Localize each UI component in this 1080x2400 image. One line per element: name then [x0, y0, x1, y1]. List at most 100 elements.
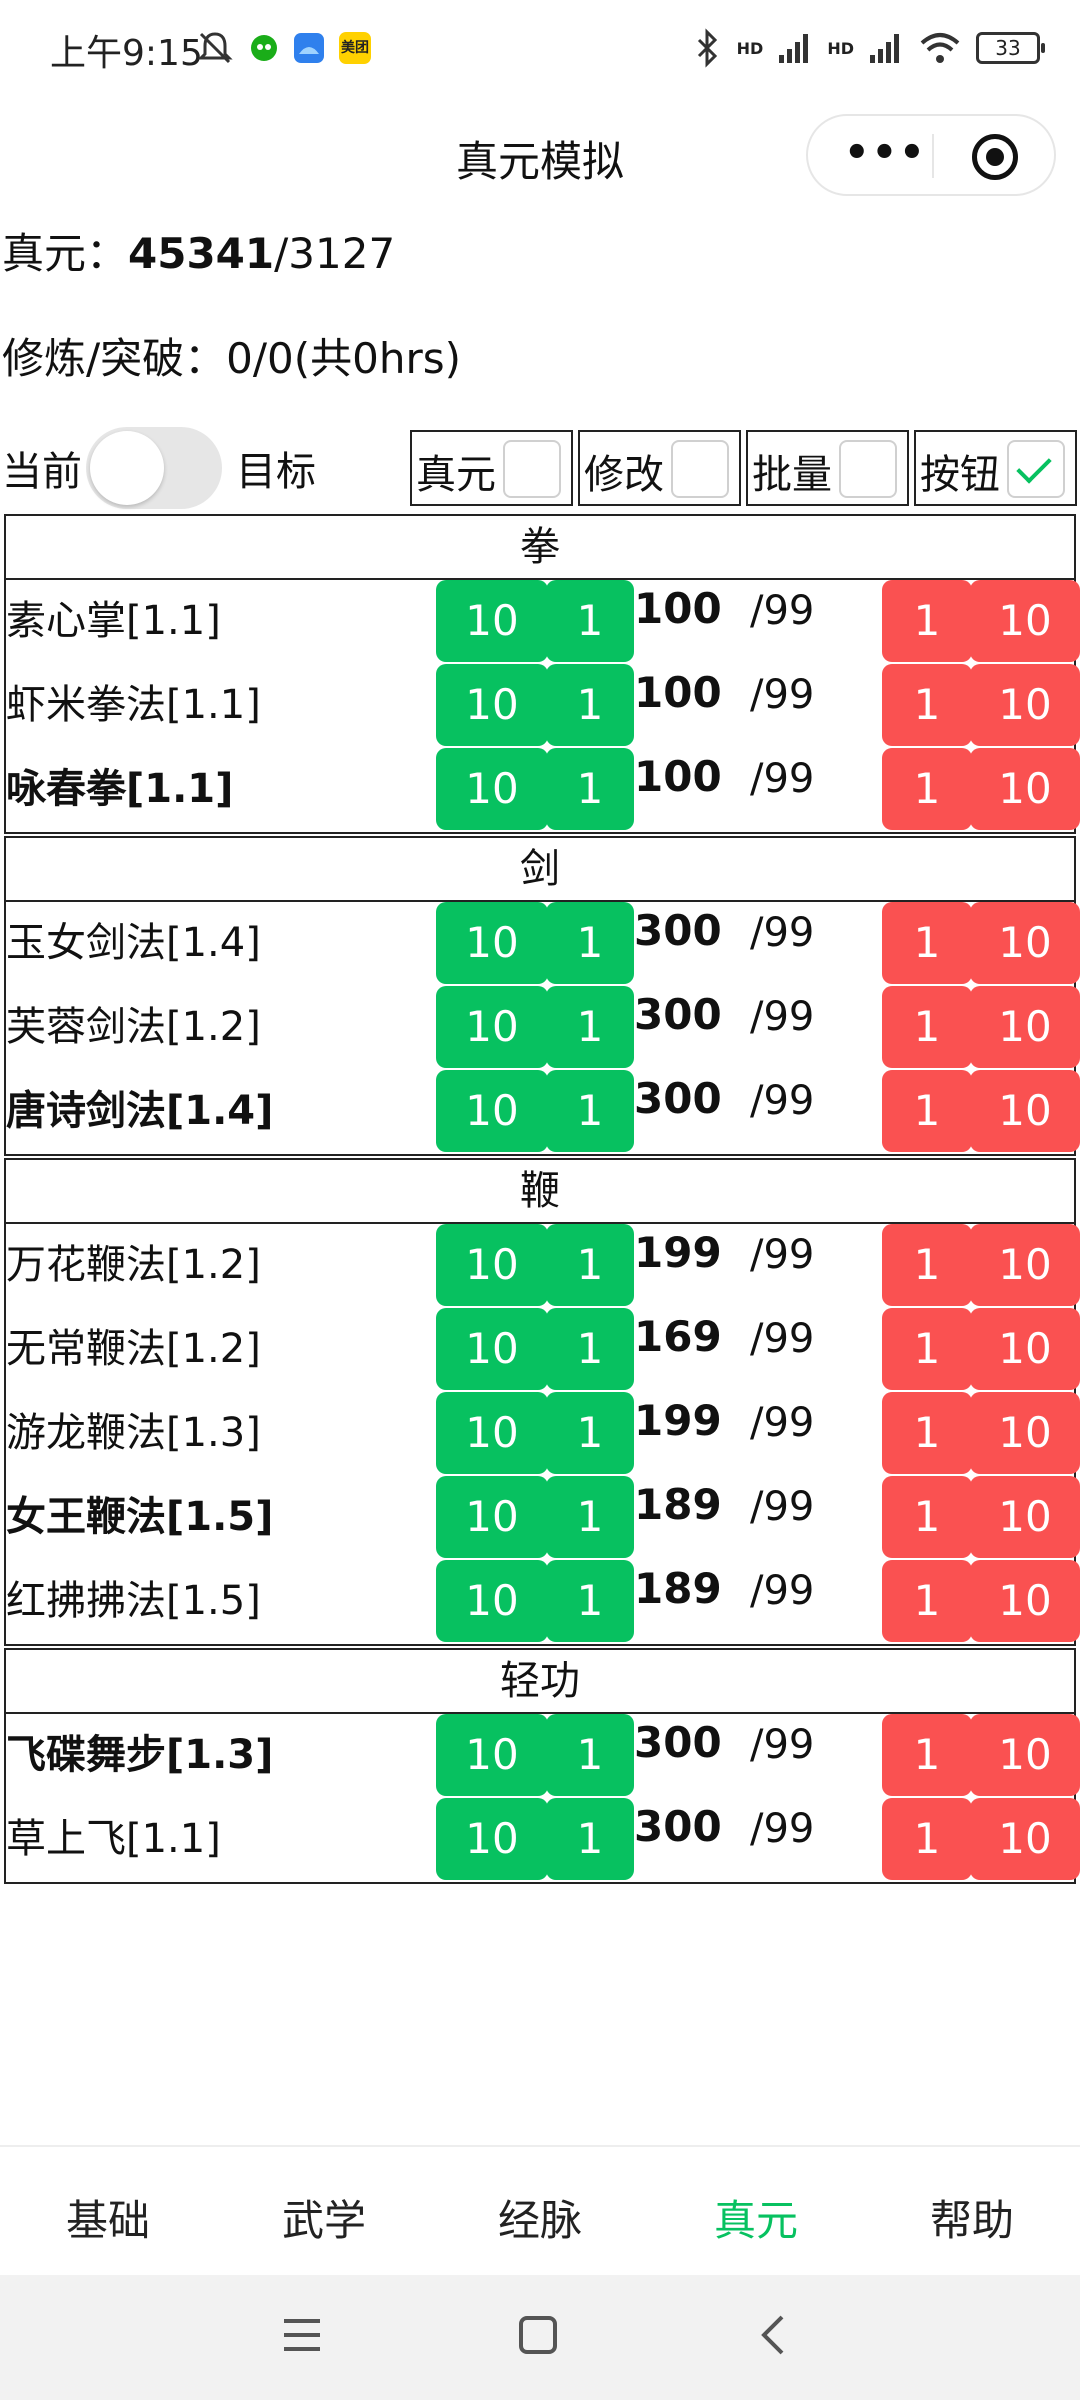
skill-max: /99 — [750, 1078, 815, 1124]
add-1-button[interactable]: 1 — [546, 986, 634, 1068]
checkbox[interactable] — [671, 440, 729, 498]
sub-1-button[interactable]: 1 — [882, 580, 972, 662]
skill-value: 300 — [634, 990, 722, 1039]
tab-basic[interactable]: 基础 — [0, 2187, 216, 2248]
check-button[interactable]: 按钮 — [914, 430, 1077, 506]
sub-10-button[interactable]: 10 — [970, 664, 1080, 746]
skill-max: /99 — [750, 1316, 815, 1362]
skill-row: 无常鞭法[1.2] 10 1 169 /99 1 10 — [6, 1308, 1080, 1392]
check-batch[interactable]: 批量 — [746, 430, 909, 506]
close-miniprogram-icon[interactable] — [972, 134, 1018, 180]
skill-max: /99 — [750, 756, 815, 802]
sub-1-button[interactable]: 1 — [882, 1798, 972, 1880]
add-10-button[interactable]: 10 — [436, 748, 548, 830]
add-1-button[interactable]: 1 — [546, 1224, 634, 1306]
check-label: 按钮 — [920, 452, 1000, 498]
sub-10-button[interactable]: 10 — [970, 1224, 1080, 1306]
add-1-button[interactable]: 1 — [546, 1070, 634, 1152]
back-icon[interactable] — [756, 2313, 792, 2357]
skill-name: 万花鞭法[1.2] — [6, 1242, 261, 1288]
current-target-switch[interactable] — [86, 427, 222, 509]
sub-10-button[interactable]: 10 — [970, 1476, 1080, 1558]
cultivation-summary: 修炼/突破：0/0(共0hrs) — [2, 334, 462, 383]
sub-1-button[interactable]: 1 — [882, 1070, 972, 1152]
signal-icon — [779, 34, 809, 63]
check-modify[interactable]: 修改 — [578, 430, 741, 506]
add-10-button[interactable]: 10 — [436, 902, 548, 984]
target-label: 目标 — [236, 449, 316, 495]
sub-10-button[interactable]: 10 — [970, 1798, 1080, 1880]
tab-meridian[interactable]: 经脉 — [432, 2187, 648, 2248]
sub-10-button[interactable]: 10 — [970, 1392, 1080, 1474]
add-10-button[interactable]: 10 — [436, 580, 548, 662]
skill-row: 咏春拳[1.1] 10 1 100 /99 1 10 — [6, 748, 1080, 832]
sub-10-button[interactable]: 10 — [970, 902, 1080, 984]
app-icon-blue — [294, 33, 324, 63]
sub-1-button[interactable]: 1 — [882, 664, 972, 746]
menu-icon[interactable] — [282, 2313, 322, 2357]
bluetooth-icon — [697, 28, 717, 68]
add-1-button[interactable]: 1 — [546, 580, 634, 662]
sub-1-button[interactable]: 1 — [882, 1714, 972, 1796]
skill-row: 芙蓉剑法[1.2] 10 1 300 /99 1 10 — [6, 986, 1080, 1070]
add-10-button[interactable]: 10 — [436, 1224, 548, 1306]
more-icon[interactable]: ••• — [844, 133, 927, 173]
sub-10-button[interactable]: 10 — [970, 1308, 1080, 1390]
sub-10-button[interactable]: 10 — [970, 580, 1080, 662]
add-1-button[interactable]: 1 — [546, 664, 634, 746]
skill-row: 唐诗剑法[1.4] 10 1 300 /99 1 10 — [6, 1070, 1080, 1154]
sub-1-button[interactable]: 1 — [882, 1308, 972, 1390]
home-icon[interactable] — [518, 2313, 558, 2357]
add-10-button[interactable]: 10 — [436, 1798, 548, 1880]
add-1-button[interactable]: 1 — [546, 1714, 634, 1796]
add-1-button[interactable]: 1 — [546, 1798, 634, 1880]
skill-row: 飞碟舞步[1.3] 10 1 300 /99 1 10 — [6, 1714, 1080, 1798]
add-10-button[interactable]: 10 — [436, 1070, 548, 1152]
add-10-button[interactable]: 10 — [436, 664, 548, 746]
hd-label: HD — [827, 38, 854, 58]
add-1-button[interactable]: 1 — [546, 1308, 634, 1390]
add-10-button[interactable]: 10 — [436, 1714, 548, 1796]
skill-max: /99 — [750, 1400, 815, 1446]
controls-row: 当前 目标 真元 修改 批量 按钮 — [0, 425, 1080, 510]
add-10-button[interactable]: 10 — [436, 1392, 548, 1474]
add-10-button[interactable]: 10 — [436, 986, 548, 1068]
skill-row: 草上飞[1.1] 10 1 300 /99 1 10 — [6, 1798, 1080, 1882]
skill-name: 草上飞[1.1] — [6, 1816, 221, 1862]
status-system-icons: HD HD 33 — [693, 28, 1045, 68]
zhenyuan-label: 真元： — [2, 229, 129, 278]
add-1-button[interactable]: 1 — [546, 902, 634, 984]
sub-1-button[interactable]: 1 — [882, 1224, 972, 1306]
add-1-button[interactable]: 1 — [546, 1392, 634, 1474]
check-zhenyuan[interactable]: 真元 — [410, 430, 573, 506]
add-1-button[interactable]: 1 — [546, 1560, 634, 1642]
sub-1-button[interactable]: 1 — [882, 1560, 972, 1642]
sub-1-button[interactable]: 1 — [882, 1476, 972, 1558]
checkbox[interactable] — [503, 440, 561, 498]
checkbox-checked[interactable] — [1007, 440, 1065, 498]
skill-row: 素心掌[1.1] 10 1 100 /99 1 10 — [6, 580, 1080, 664]
sub-10-button[interactable]: 10 — [970, 1560, 1080, 1642]
checkbox[interactable] — [839, 440, 897, 498]
sub-10-button[interactable]: 10 — [970, 1070, 1080, 1152]
sub-1-button[interactable]: 1 — [882, 1392, 972, 1474]
status-time: 上午9:15 — [50, 33, 203, 74]
zhenyuan-summary: 真元：45341/3127 — [2, 220, 395, 281]
tab-martial[interactable]: 武学 — [216, 2187, 432, 2248]
add-1-button[interactable]: 1 — [546, 1476, 634, 1558]
sub-1-button[interactable]: 1 — [882, 748, 972, 830]
add-10-button[interactable]: 10 — [436, 1560, 548, 1642]
skill-value: 100 — [634, 584, 722, 633]
tab-zhenyuan[interactable]: 真元 — [648, 2187, 864, 2248]
add-1-button[interactable]: 1 — [546, 748, 634, 830]
sub-10-button[interactable]: 10 — [970, 986, 1080, 1068]
skill-value: 189 — [634, 1564, 722, 1613]
sub-1-button[interactable]: 1 — [882, 902, 972, 984]
skill-value: 300 — [634, 906, 722, 955]
add-10-button[interactable]: 10 — [436, 1476, 548, 1558]
sub-10-button[interactable]: 10 — [970, 748, 1080, 830]
add-10-button[interactable]: 10 — [436, 1308, 548, 1390]
sub-1-button[interactable]: 1 — [882, 986, 972, 1068]
tab-help[interactable]: 帮助 — [864, 2187, 1080, 2248]
sub-10-button[interactable]: 10 — [970, 1714, 1080, 1796]
